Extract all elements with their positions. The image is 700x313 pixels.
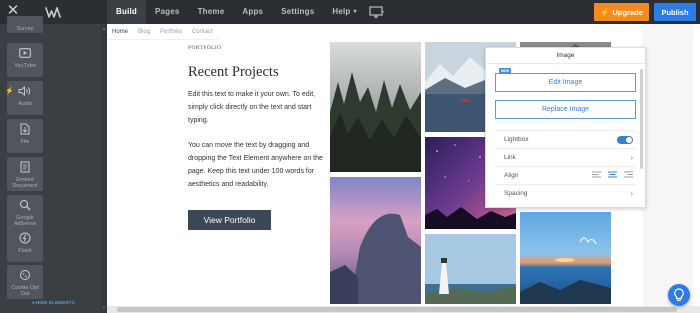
element-embed-document-label: Embed Document — [12, 177, 38, 189]
element-google-adsense[interactable]: Google AdSense — [7, 195, 43, 229]
site-nav-portfolio[interactable]: Portfolio — [155, 24, 187, 39]
lightbox-row: Lightbox — [495, 130, 636, 148]
lightning-icon: ⚡ — [600, 7, 610, 17]
weebly-logo-icon[interactable] — [44, 3, 62, 21]
horizontal-scrollbar[interactable] — [107, 306, 700, 313]
align-center-icon[interactable] — [608, 171, 617, 180]
site-canvas: Home Blog Portfolio Contact PORTFOLIO Re… — [107, 24, 700, 313]
file-icon — [7, 119, 43, 139]
photo-sea-sunset[interactable] — [520, 212, 611, 304]
panel-title: Image — [486, 48, 645, 64]
paragraph-text[interactable]: You can move the text by dragging and dr… — [188, 139, 323, 191]
flash-icon — [7, 228, 43, 248]
document-icon — [7, 157, 43, 177]
element-cookie-opt-out-label: Cookie Opt Out — [11, 285, 39, 297]
chevron-right-icon: › — [630, 189, 633, 198]
element-survey[interactable]: Survey — [7, 16, 43, 33]
view-portfolio-button[interactable]: View Portfolio — [188, 210, 271, 230]
element-audio[interactable]: Audio ⚡ — [5, 81, 43, 115]
nav-build[interactable]: Build — [107, 0, 146, 24]
align-controls — [592, 171, 633, 180]
element-audio-label: Audio — [17, 101, 33, 107]
element-survey-label: Survey — [16, 26, 34, 32]
canvas-margin — [643, 24, 693, 313]
replace-image-button[interactable]: Replace Image — [495, 100, 636, 119]
hide-elements-label: HIDE ELEMENTS — [35, 300, 76, 305]
element-file[interactable]: File — [7, 119, 43, 153]
publish-button[interactable]: Publish — [654, 3, 696, 21]
spacing-row[interactable]: Spacing › — [495, 184, 636, 202]
nav-apps[interactable]: Apps — [233, 0, 272, 24]
nav-pages[interactable]: Pages — [146, 0, 189, 24]
site-nav: Home Blog Portfolio Contact — [107, 24, 218, 40]
lightbox-toggle[interactable] — [617, 135, 633, 144]
adsense-icon — [7, 195, 43, 215]
site-nav-home[interactable]: Home — [107, 24, 133, 39]
lightning-icon: ⚡ — [5, 88, 14, 95]
chevron-right-icon: › — [630, 153, 633, 162]
photo-half-dome[interactable] — [330, 177, 421, 304]
site-nav-blog[interactable]: Blog — [133, 24, 155, 39]
main-nav: Build Pages Theme Apps Settings Help ▾ — [107, 0, 388, 24]
hide-elements-link[interactable]: ◂ HIDE ELEMENTS — [32, 300, 75, 306]
nav-help[interactable]: Help ▾ — [323, 0, 365, 24]
top-bar: ✕ Build Pages Theme Apps Settings Help ▾ — [0, 0, 700, 24]
upgrade-label: Upgrade — [612, 7, 643, 17]
lightbulb-icon — [674, 288, 684, 301]
new-badge: NEW — [499, 68, 512, 74]
spacing-label: Spacing — [504, 190, 528, 197]
upgrade-button[interactable]: ⚡ Upgrade — [594, 3, 649, 21]
panel-scrollbar[interactable] — [640, 69, 643, 169]
align-label: Align — [504, 172, 519, 179]
element-cookie-opt-out[interactable]: Cookie Opt Out — [7, 265, 43, 299]
element-file-label: File — [20, 139, 30, 145]
image-settings-panel: Image Edit Image NEW Replace Image Light… — [485, 47, 646, 208]
nav-settings[interactable]: Settings — [272, 0, 323, 24]
photo-lighthouse[interactable] — [425, 234, 516, 304]
scrollbar-thumb[interactable] — [117, 307, 677, 312]
nav-help-label: Help — [332, 7, 351, 16]
device-preview-icon[interactable] — [366, 0, 388, 24]
editor-app: ✕ Build Pages Theme Apps Settings Help ▾ — [0, 0, 700, 313]
align-right-icon[interactable] — [624, 171, 633, 180]
photo-foggy-forest[interactable] — [330, 42, 421, 172]
nav-theme[interactable]: Theme — [189, 0, 234, 24]
cookie-icon — [7, 265, 43, 285]
edit-image-button[interactable]: Edit Image — [495, 73, 636, 92]
paragraph-text[interactable]: Edit this text to make it your own. To e… — [188, 88, 323, 127]
page-title[interactable]: Recent Projects — [188, 64, 279, 81]
chevron-down-icon: ▾ — [353, 9, 357, 15]
help-lightbulb-button[interactable] — [668, 284, 690, 306]
element-youtube[interactable]: YouTube — [7, 43, 43, 77]
align-left-icon[interactable] — [592, 171, 601, 180]
element-flash-label: Flash — [18, 248, 32, 254]
link-label: Link — [504, 154, 516, 161]
align-row: Align — [495, 166, 636, 184]
element-flash[interactable]: Flash — [7, 228, 43, 262]
element-google-adsense-label: Google AdSense — [13, 215, 37, 227]
element-youtube-label: YouTube — [14, 63, 36, 69]
lightbox-label: Lightbox — [504, 136, 529, 143]
youtube-icon — [7, 43, 43, 63]
section-eyebrow[interactable]: PORTFOLIO — [188, 45, 222, 51]
element-embed-document[interactable]: Embed Document — [7, 157, 43, 191]
site-nav-contact[interactable]: Contact — [187, 24, 218, 39]
link-row[interactable]: Link › — [495, 148, 636, 166]
elements-sidebar: Survey YouTube Audio ⚡ File Embed Docume… — [0, 16, 107, 313]
